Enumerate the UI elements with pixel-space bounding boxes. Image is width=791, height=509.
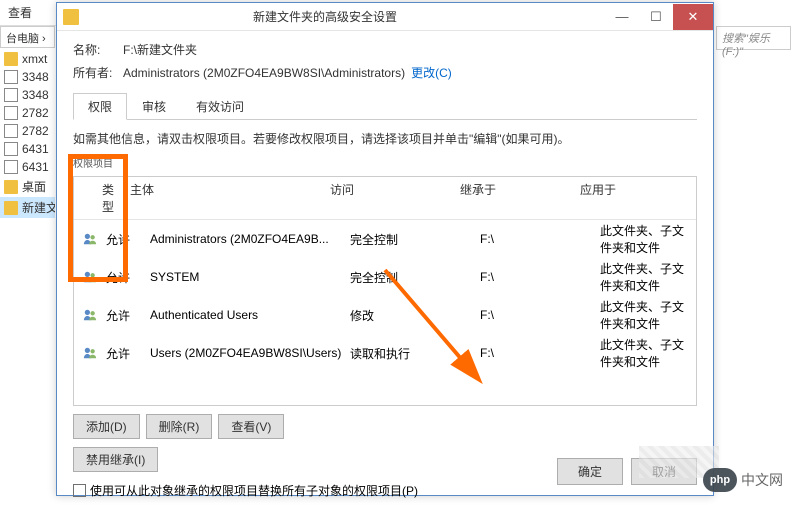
cell-applies: 此文件夹、子文件夹和文件 bbox=[600, 336, 690, 370]
cell-access: 完全控制 bbox=[350, 231, 480, 248]
sidebar-item-label: xmxt bbox=[22, 52, 47, 66]
folder-icon bbox=[4, 201, 18, 215]
cell-principal: Authenticated Users bbox=[150, 308, 350, 322]
sidebar-item-label: 6431 bbox=[22, 160, 49, 174]
sidebar-item[interactable]: 6431 bbox=[0, 158, 55, 176]
cell-inherited: F:\ bbox=[480, 232, 600, 246]
cell-inherited: F:\ bbox=[480, 308, 600, 322]
users-icon bbox=[80, 345, 100, 361]
breadcrumb[interactable]: 台电脑 › bbox=[0, 26, 55, 48]
ok-button[interactable]: 确定 bbox=[557, 458, 623, 485]
explorer-sidebar: xmxt 3348 3348 2782 2782 6431 6431 桌面新建文 bbox=[0, 50, 55, 470]
file-icon bbox=[4, 88, 18, 102]
cell-inherited: F:\ bbox=[480, 346, 600, 360]
permission-row[interactable]: 允许Administrators (2M0ZFO4EA9B...完全控制F:\此… bbox=[74, 220, 696, 258]
sidebar-item[interactable]: xmxt bbox=[0, 50, 55, 68]
users-icon bbox=[80, 231, 100, 247]
cell-access: 修改 bbox=[350, 307, 480, 324]
list-label: 权限项目 bbox=[73, 155, 697, 170]
cell-applies: 此文件夹、子文件夹和文件 bbox=[600, 222, 690, 256]
col-type[interactable]: 类型 bbox=[74, 177, 124, 219]
sidebar-item[interactable]: 3348 bbox=[0, 68, 55, 86]
replace-children-checkbox[interactable] bbox=[73, 484, 86, 497]
cell-type: 允许 bbox=[100, 269, 150, 286]
sidebar-item-label: 新建文 bbox=[22, 199, 55, 216]
advanced-security-dialog: 新建文件夹的高级安全设置 — ☐ ✕ 名称: F:\新建文件夹 所有者: Adm… bbox=[56, 2, 714, 496]
tab-audit[interactable]: 审核 bbox=[127, 93, 181, 120]
sidebar-item[interactable]: 2782 bbox=[0, 104, 55, 122]
cell-type: 允许 bbox=[100, 231, 150, 248]
replace-children-label: 使用可从此对象继承的权限项目替换所有子对象的权限项目(P) bbox=[90, 482, 418, 499]
sidebar-item-label: 桌面 bbox=[22, 178, 46, 195]
remove-button[interactable]: 删除(R) bbox=[146, 414, 213, 439]
sidebar-item-label: 3348 bbox=[22, 88, 49, 102]
owner-value: Administrators (2M0ZFO4EA9BW8SI\Administ… bbox=[123, 66, 405, 80]
file-icon bbox=[4, 124, 18, 138]
view-button[interactable]: 查看(V) bbox=[218, 414, 284, 439]
sidebar-item-label: 2782 bbox=[22, 106, 49, 120]
tab-permissions[interactable]: 权限 bbox=[73, 93, 127, 120]
owner-label: 所有者: bbox=[73, 64, 123, 81]
sidebar-item-label: 3348 bbox=[22, 70, 49, 84]
permission-row[interactable]: 允许Authenticated Users修改F:\此文件夹、子文件夹和文件 bbox=[74, 296, 696, 334]
cell-access: 读取和执行 bbox=[350, 345, 480, 362]
col-access[interactable]: 访问 bbox=[324, 177, 454, 219]
cell-access: 完全控制 bbox=[350, 269, 480, 286]
cell-principal: SYSTEM bbox=[150, 270, 350, 284]
add-button[interactable]: 添加(D) bbox=[73, 414, 140, 439]
sidebar-item[interactable]: 3348 bbox=[0, 86, 55, 104]
name-label: 名称: bbox=[73, 41, 123, 58]
cell-inherited: F:\ bbox=[480, 270, 600, 284]
php-logo-icon: php bbox=[703, 468, 737, 492]
users-icon bbox=[80, 269, 100, 285]
col-applies[interactable]: 应用于 bbox=[574, 177, 696, 219]
name-value: F:\新建文件夹 bbox=[123, 41, 197, 58]
permission-list: 类型 主体 访问 继承于 应用于 允许Administrators (2M0ZF… bbox=[73, 176, 697, 406]
disable-inherit-button[interactable]: 禁用继承(I) bbox=[73, 447, 158, 472]
users-icon bbox=[80, 307, 100, 323]
sidebar-item-label: 6431 bbox=[22, 142, 49, 156]
folder-icon bbox=[4, 52, 18, 66]
cell-type: 允许 bbox=[100, 307, 150, 324]
file-icon bbox=[4, 106, 18, 120]
tab-effective[interactable]: 有效访问 bbox=[181, 93, 259, 120]
close-button[interactable]: ✕ bbox=[673, 4, 713, 30]
permission-row[interactable]: 允许SYSTEM完全控制F:\此文件夹、子文件夹和文件 bbox=[74, 258, 696, 296]
cell-principal: Users (2M0ZFO4EA9BW8SI\Users) bbox=[150, 346, 350, 360]
file-icon bbox=[4, 142, 18, 156]
hint-text: 如需其他信息，请双击权限项目。若要修改权限项目，请选择该项目并单击"编辑"(如果… bbox=[73, 130, 697, 147]
col-principal[interactable]: 主体 bbox=[124, 177, 324, 219]
file-icon bbox=[4, 70, 18, 84]
file-icon bbox=[4, 160, 18, 174]
dialog-title: 新建文件夹的高级安全设置 bbox=[45, 8, 605, 25]
cell-type: 允许 bbox=[100, 345, 150, 362]
sidebar-item[interactable]: 6431 bbox=[0, 140, 55, 158]
change-owner-link[interactable]: 更改(C) bbox=[411, 64, 452, 81]
cell-principal: Administrators (2M0ZFO4EA9B... bbox=[150, 232, 350, 246]
maximize-button[interactable]: ☐ bbox=[639, 4, 673, 30]
cell-applies: 此文件夹、子文件夹和文件 bbox=[600, 260, 690, 294]
minimize-button[interactable]: — bbox=[605, 4, 639, 30]
col-inherited[interactable]: 继承于 bbox=[454, 177, 574, 219]
titlebar: 新建文件夹的高级安全设置 — ☐ ✕ bbox=[57, 3, 713, 31]
watermark-text: 中文网 bbox=[741, 470, 783, 490]
search-input[interactable]: 搜索"娱乐 (F:)" bbox=[716, 26, 791, 50]
cell-applies: 此文件夹、子文件夹和文件 bbox=[600, 298, 690, 332]
folder-icon bbox=[4, 180, 18, 194]
sidebar-item[interactable]: 2782 bbox=[0, 122, 55, 140]
permission-row[interactable]: 允许Users (2M0ZFO4EA9BW8SI\Users)读取和执行F:\此… bbox=[74, 334, 696, 372]
sidebar-item[interactable]: 新建文 bbox=[0, 197, 55, 218]
sidebar-item-label: 2782 bbox=[22, 124, 49, 138]
tabs: 权限 审核 有效访问 bbox=[73, 93, 697, 120]
sidebar-item[interactable]: 桌面 bbox=[0, 176, 55, 197]
watermark: php 中文网 bbox=[703, 468, 783, 492]
